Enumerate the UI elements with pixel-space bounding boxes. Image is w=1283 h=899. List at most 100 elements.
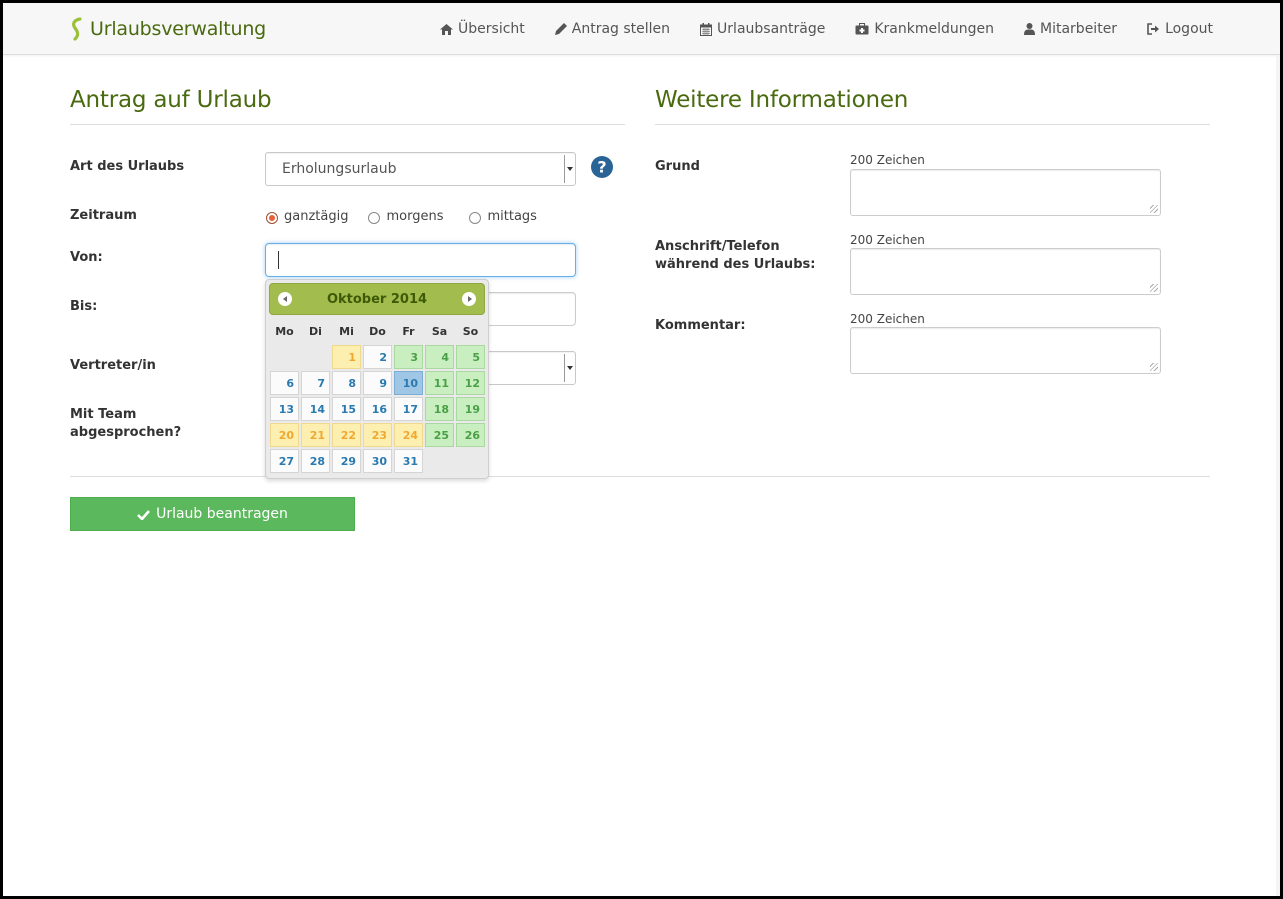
day-3[interactable]: 3: [394, 345, 423, 369]
day-cell: 4: [424, 344, 455, 370]
day-14[interactable]: 14: [301, 397, 330, 421]
day-11[interactable]: 11: [425, 371, 454, 395]
day-cell: 10: [393, 370, 424, 396]
day-22[interactable]: 22: [332, 423, 361, 447]
day-13[interactable]: 13: [270, 397, 299, 421]
day-29[interactable]: 29: [332, 449, 361, 473]
nav-label: Übersicht: [458, 21, 525, 37]
day-25[interactable]: 25: [425, 423, 454, 447]
nav-antrag-stellen[interactable]: Antrag stellen: [554, 21, 671, 37]
brand-name: Urlaubsverwaltung: [90, 18, 267, 40]
day-8[interactable]: 8: [332, 371, 361, 395]
prev-month-icon[interactable]: [278, 292, 292, 306]
day-21[interactable]: 21: [301, 423, 330, 447]
day-cell: 27: [269, 448, 300, 474]
day-cell: 13: [269, 396, 300, 422]
info-heading: Weitere Informationen: [655, 87, 909, 113]
datepicker-header: Oktober 2014: [269, 283, 485, 315]
day-cell: 25: [424, 422, 455, 448]
day-24[interactable]: 24: [394, 423, 423, 447]
nav-logout[interactable]: Logout: [1147, 21, 1213, 37]
day-30[interactable]: 30: [363, 449, 392, 473]
day-cell: 31: [393, 448, 424, 474]
day-1[interactable]: 1: [332, 345, 361, 369]
day-12[interactable]: 12: [456, 371, 485, 395]
day-28[interactable]: 28: [301, 449, 330, 473]
zeitraum-label: Zeitraum: [70, 208, 137, 223]
day-cell: 20: [269, 422, 300, 448]
nav-label: Krankmeldungen: [874, 21, 995, 37]
day-cell: 19: [455, 396, 486, 422]
von-date-input[interactable]: [265, 243, 576, 277]
help-icon[interactable]: ?: [590, 155, 614, 179]
day-10[interactable]: 10: [394, 371, 423, 395]
radio-checked-icon: [266, 211, 278, 224]
radio-mittags[interactable]: mittags: [469, 209, 537, 224]
grund-label: Grund: [655, 159, 700, 174]
day-2[interactable]: 2: [363, 345, 392, 369]
brand[interactable]: Urlaubsverwaltung: [70, 15, 266, 43]
day-31[interactable]: 31: [394, 449, 423, 473]
nav-uebersicht[interactable]: Übersicht: [440, 21, 525, 37]
day-6[interactable]: 6: [270, 371, 299, 395]
resize-grip-icon[interactable]: [1150, 205, 1158, 213]
sign-out-icon: [1147, 23, 1160, 35]
day-cell: 28: [300, 448, 331, 474]
resize-grip-icon[interactable]: [1150, 284, 1158, 292]
radio-morgens[interactable]: morgens: [368, 209, 443, 224]
art-select[interactable]: Erholungsurlaub: [265, 152, 576, 186]
team-label: Mit Team abgesprochen?: [70, 406, 181, 442]
form-divider: [70, 124, 625, 125]
kommentar-char-counter: 200 Zeichen: [850, 312, 925, 326]
day-17[interactable]: 17: [394, 397, 423, 421]
submit-button[interactable]: Urlaub beantragen: [70, 497, 355, 531]
day-5[interactable]: 5: [456, 345, 485, 369]
day-15[interactable]: 15: [332, 397, 361, 421]
day-cell: 14: [300, 396, 331, 422]
day-cell: 8: [331, 370, 362, 396]
day-cell: 22: [331, 422, 362, 448]
team-label-line1: Mit Team: [70, 407, 137, 422]
home-icon: [440, 23, 454, 35]
kommentar-label: Kommentar:: [655, 318, 746, 333]
nav-krankmeldungen[interactable]: Krankmeldungen: [855, 21, 994, 37]
empty-day-cell: [300, 344, 331, 370]
day-4[interactable]: 4: [425, 345, 454, 369]
day-cell: 12: [455, 370, 486, 396]
next-month-icon[interactable]: [462, 292, 476, 306]
day-26[interactable]: 26: [456, 423, 485, 447]
day-18[interactable]: 18: [425, 397, 454, 421]
radio-ganztaegig[interactable]: ganztägig: [266, 209, 348, 224]
anschrift-label-line2: während des Urlaubs:: [655, 257, 816, 272]
anschrift-textarea[interactable]: [850, 248, 1161, 295]
anschrift-label-line1: Anschrift/Telefon: [655, 239, 780, 254]
grund-textarea[interactable]: [850, 169, 1161, 216]
weekday-label: Do: [369, 325, 386, 338]
weekday-label: Sa: [431, 325, 448, 338]
page-scrollbar[interactable]: [1276, 55, 1280, 896]
day-27[interactable]: 27: [270, 449, 299, 473]
weekday-label: Mo: [275, 325, 294, 338]
resize-grip-icon[interactable]: [1150, 363, 1158, 371]
nav-label: Antrag stellen: [571, 21, 671, 37]
day-20[interactable]: 20: [270, 423, 299, 447]
day-7[interactable]: 7: [301, 371, 330, 395]
zeitraum-radio-group: ganztägig morgens mittags: [266, 209, 557, 224]
day-9[interactable]: 9: [363, 371, 392, 395]
kommentar-textarea[interactable]: [850, 327, 1161, 374]
day-cell: 6: [269, 370, 300, 396]
chevron-down-icon: [564, 354, 574, 382]
radio-unchecked-icon: [368, 211, 381, 224]
day-19[interactable]: 19: [456, 397, 485, 421]
day-23[interactable]: 23: [363, 423, 392, 447]
app-window: Urlaubsverwaltung Übersicht Antrag stell…: [3, 3, 1280, 896]
art-label: Art des Urlaubs: [70, 159, 185, 174]
day-cell: 17: [393, 396, 424, 422]
von-label: Von:: [70, 250, 103, 265]
day-grid: 1 2 3 4 5 6 7 8 9 10 11 12 13 14 15 16 17 18 19 20 21 22 23 24 2…: [269, 344, 485, 474]
nav-urlaubsantraege[interactable]: Urlaubsanträge: [700, 21, 825, 37]
nav-mitarbeiter[interactable]: Mitarbeiter: [1024, 21, 1117, 37]
chevron-down-icon: [564, 155, 574, 183]
day-16[interactable]: 16: [363, 397, 392, 421]
radio-label: mittags: [487, 209, 537, 224]
